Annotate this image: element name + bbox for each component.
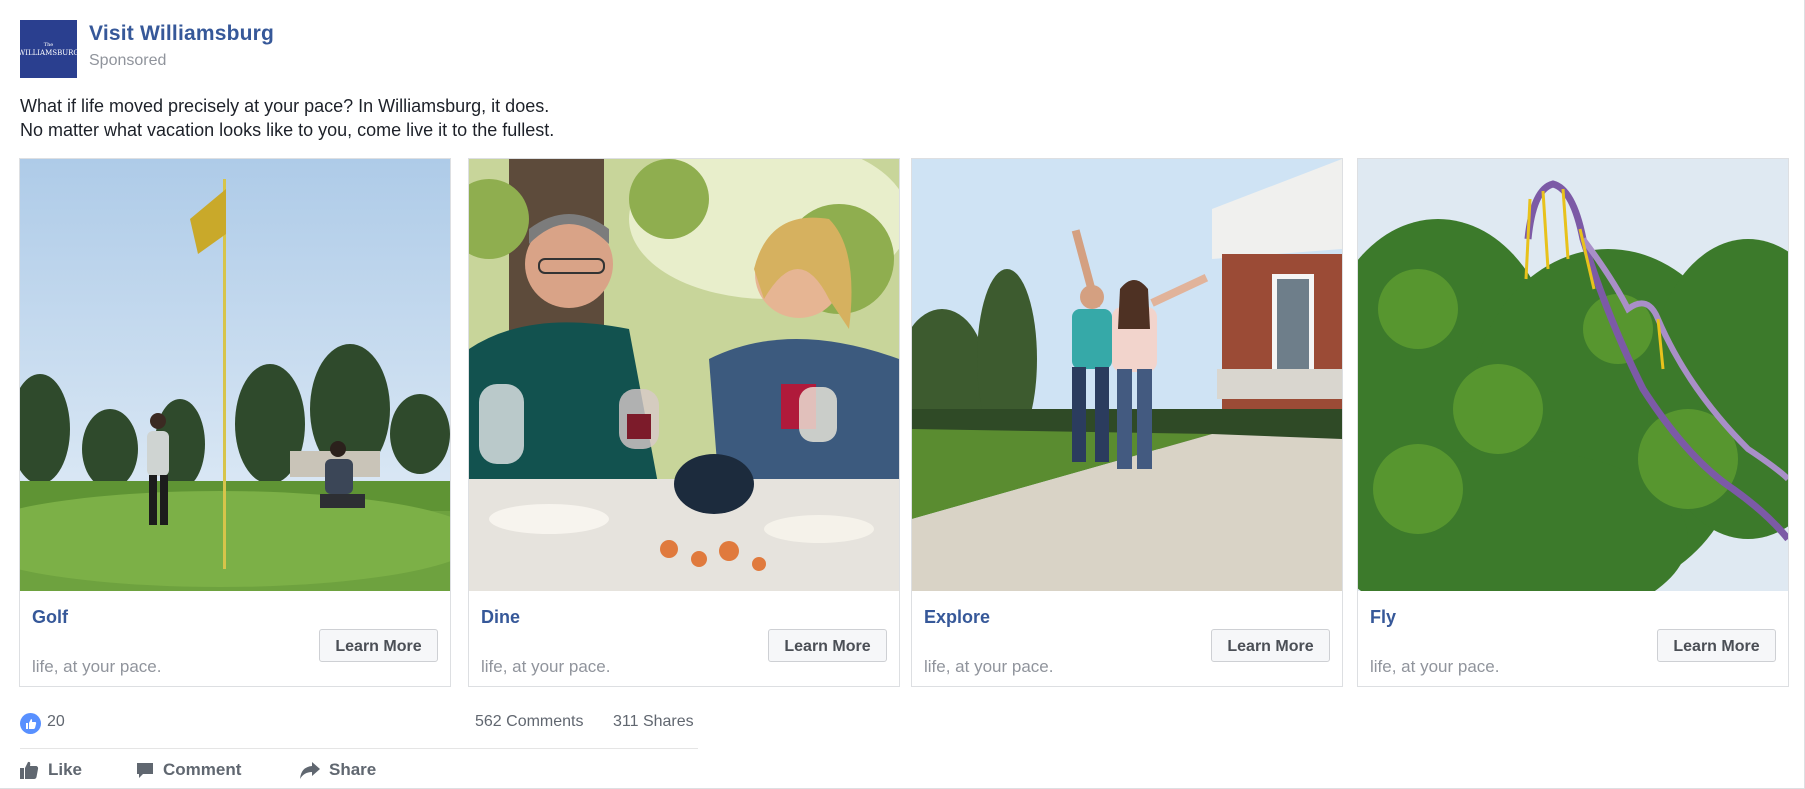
like-count[interactable]: 20 xyxy=(47,713,65,731)
post-text: What if life moved precisely at your pac… xyxy=(20,94,554,142)
ad-post: The WILLIAMSBURG Visit Williamsburg Spon… xyxy=(0,0,1805,789)
card-subtitle: life, at your pace. xyxy=(481,657,611,676)
fly-image[interactable] xyxy=(1358,159,1788,591)
page-name-link[interactable]: Visit Williamsburg xyxy=(89,22,274,46)
carousel-card-dine[interactable]: Dine Learn More life, at your pace. xyxy=(468,158,900,687)
card-title[interactable]: Dine xyxy=(481,607,520,628)
card-title[interactable]: Fly xyxy=(1370,607,1396,628)
page-logo[interactable]: The WILLIAMSBURG xyxy=(18,20,79,78)
like-button[interactable]: Like xyxy=(20,760,82,780)
post-text-line-2: No matter what vacation looks like to yo… xyxy=(20,120,555,140)
post-text-line-1: What if life moved precisely at your pac… xyxy=(20,96,550,116)
share-label: Share xyxy=(329,760,377,779)
carousel-card-explore[interactable]: Explore Learn More life, at your pace. xyxy=(911,158,1343,687)
like-label: Like xyxy=(48,760,83,779)
carousel-card-golf[interactable]: Golf Learn More life, at your pace. xyxy=(19,158,451,687)
learn-more-button[interactable]: Learn More xyxy=(768,629,887,662)
card-title[interactable]: Explore xyxy=(924,607,990,628)
card-subtitle: life, at your pace. xyxy=(924,657,1054,676)
card-subtitle: life, at your pace. xyxy=(32,657,162,676)
comment-button[interactable]: Comment xyxy=(136,760,241,780)
like-reaction-icon[interactable] xyxy=(20,713,41,734)
sponsored-label[interactable]: Sponsored xyxy=(89,52,166,70)
learn-more-button[interactable]: Learn More xyxy=(319,629,438,662)
logo-text-small: The xyxy=(43,42,54,48)
learn-more-button[interactable]: Learn More xyxy=(1211,629,1330,662)
divider xyxy=(20,748,698,749)
explore-image[interactable] xyxy=(912,159,1342,591)
share-arrow-icon xyxy=(300,761,320,779)
share-button[interactable]: Share xyxy=(300,760,376,780)
shares-count[interactable]: 311 Shares xyxy=(613,713,694,731)
comment-label: Comment xyxy=(163,760,242,779)
comment-icon xyxy=(137,762,153,778)
comments-count[interactable]: 562 Comments xyxy=(475,713,584,731)
card-subtitle: life, at your pace. xyxy=(1370,657,1500,676)
carousel-card-fly[interactable]: Fly Learn More life, at your pace. xyxy=(1357,158,1789,687)
logo-text: WILLIAMSBURG xyxy=(18,49,79,57)
thumbs-up-icon xyxy=(20,761,39,779)
learn-more-button[interactable]: Learn More xyxy=(1657,629,1776,662)
card-title[interactable]: Golf xyxy=(32,607,68,628)
golf-image[interactable] xyxy=(20,159,450,591)
thumbs-up-icon xyxy=(25,718,36,729)
dine-image[interactable] xyxy=(469,159,899,591)
